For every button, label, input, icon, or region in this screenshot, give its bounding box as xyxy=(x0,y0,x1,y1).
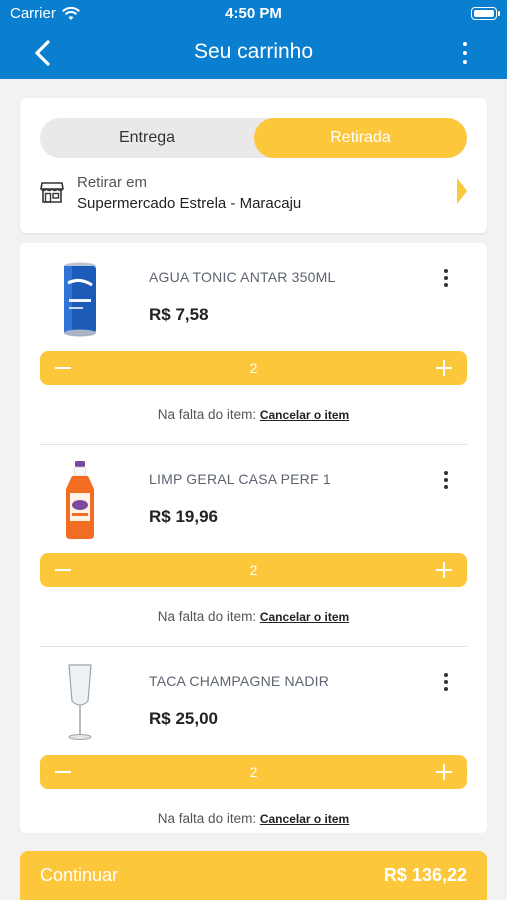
nav-bar: Seu carrinho xyxy=(0,30,507,76)
quantity-stepper: 2 xyxy=(40,755,467,789)
cart-item: AGUA TONIC ANTAR 350ML R$ 7,58 2 Na falt… xyxy=(20,243,487,445)
more-options-icon[interactable] xyxy=(461,42,469,64)
product-name: AGUA TONIC ANTAR 350ML xyxy=(149,269,336,285)
product-name: LIMP GERAL CASA PERF 1 xyxy=(149,471,331,487)
battery-icon xyxy=(471,7,500,20)
continue-button[interactable]: Continuar R$ 136,22 xyxy=(20,851,487,900)
product-name: TACA CHAMPAGNE NADIR xyxy=(149,673,330,689)
product-image-champagne-glass xyxy=(68,664,92,740)
product-price: R$ 19,96 xyxy=(149,507,218,526)
product-image-soda-can xyxy=(64,262,96,337)
delivery-option-retirada[interactable]: Retirada xyxy=(254,118,467,158)
cancel-item-link[interactable]: Cancelar o item xyxy=(260,408,349,422)
missing-item-option: Na falta do item: Cancelar o item xyxy=(20,609,487,624)
store-icon xyxy=(40,182,64,203)
continue-label: Continuar xyxy=(40,865,119,885)
missing-item-label: Na falta do item: xyxy=(157,609,257,624)
cancel-item-link[interactable]: Cancelar o item xyxy=(260,812,349,826)
cart-item: LIMP GERAL CASA PERF 1 R$ 19,96 2 Na fal… xyxy=(20,445,487,647)
quantity-stepper: 2 xyxy=(40,553,467,587)
delivery-toggle: Entrega Retirada xyxy=(40,118,467,158)
item-options-icon[interactable] xyxy=(443,471,449,489)
status-time: 4:50 PM xyxy=(225,5,282,22)
quantity-value: 2 xyxy=(249,764,258,780)
delivery-option-entrega[interactable]: Entrega xyxy=(40,118,254,158)
delivery-method-card: Entrega Retirada Retirar em Supermercado… xyxy=(20,98,487,233)
increase-quantity-button[interactable] xyxy=(427,755,461,789)
increase-quantity-button[interactable] xyxy=(427,351,461,385)
increase-quantity-button[interactable] xyxy=(427,553,461,587)
product-price: R$ 25,00 xyxy=(149,709,218,728)
missing-item-option: Na falta do item: Cancelar o item xyxy=(20,811,487,826)
quantity-value: 2 xyxy=(249,360,258,376)
app-header: Carrier 4:50 PM Seu carrinho xyxy=(0,0,507,79)
cancel-item-link[interactable]: Cancelar o item xyxy=(260,610,349,624)
missing-item-option: Na falta do item: Cancelar o item xyxy=(20,407,487,422)
missing-item-label: Na falta do item: xyxy=(157,811,257,826)
pickup-label: Retirar em xyxy=(77,174,148,191)
cart-item: TACA CHAMPAGNE NADIR R$ 25,00 2 Na falta… xyxy=(20,647,487,833)
page-title: Seu carrinho xyxy=(193,40,314,63)
pickup-store-name: Supermercado Estrela - Maracaju xyxy=(77,195,302,212)
status-bar: Carrier 4:50 PM xyxy=(0,0,507,28)
cart-total: R$ 136,22 xyxy=(383,865,467,885)
item-options-icon[interactable] xyxy=(443,673,449,691)
item-options-icon[interactable] xyxy=(443,269,449,287)
cart-list: AGUA TONIC ANTAR 350ML R$ 7,58 2 Na falt… xyxy=(20,243,487,833)
missing-item-label: Na falta do item: xyxy=(157,407,257,422)
quantity-value: 2 xyxy=(249,562,258,578)
chevron-right-icon[interactable] xyxy=(457,178,467,204)
product-price: R$ 7,58 xyxy=(149,305,209,324)
product-image-cleaner-bottle xyxy=(66,461,94,539)
quantity-stepper: 2 xyxy=(40,351,467,385)
